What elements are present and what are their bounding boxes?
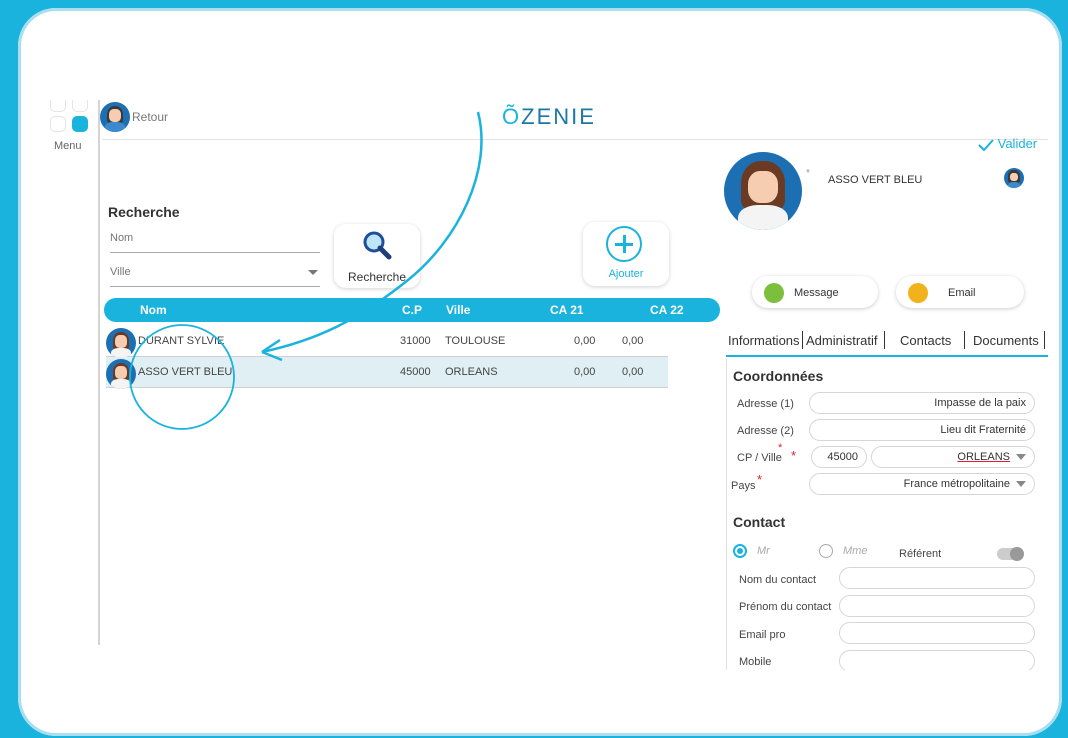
highlight-circle-icon [129, 324, 235, 430]
app-screen: Menu Retour ÕZENIE Recherche Nom Ville R… [38, 100, 1048, 670]
annotation-arrow-icon [261, 111, 483, 354]
tutorial-annotation [129, 111, 483, 430]
